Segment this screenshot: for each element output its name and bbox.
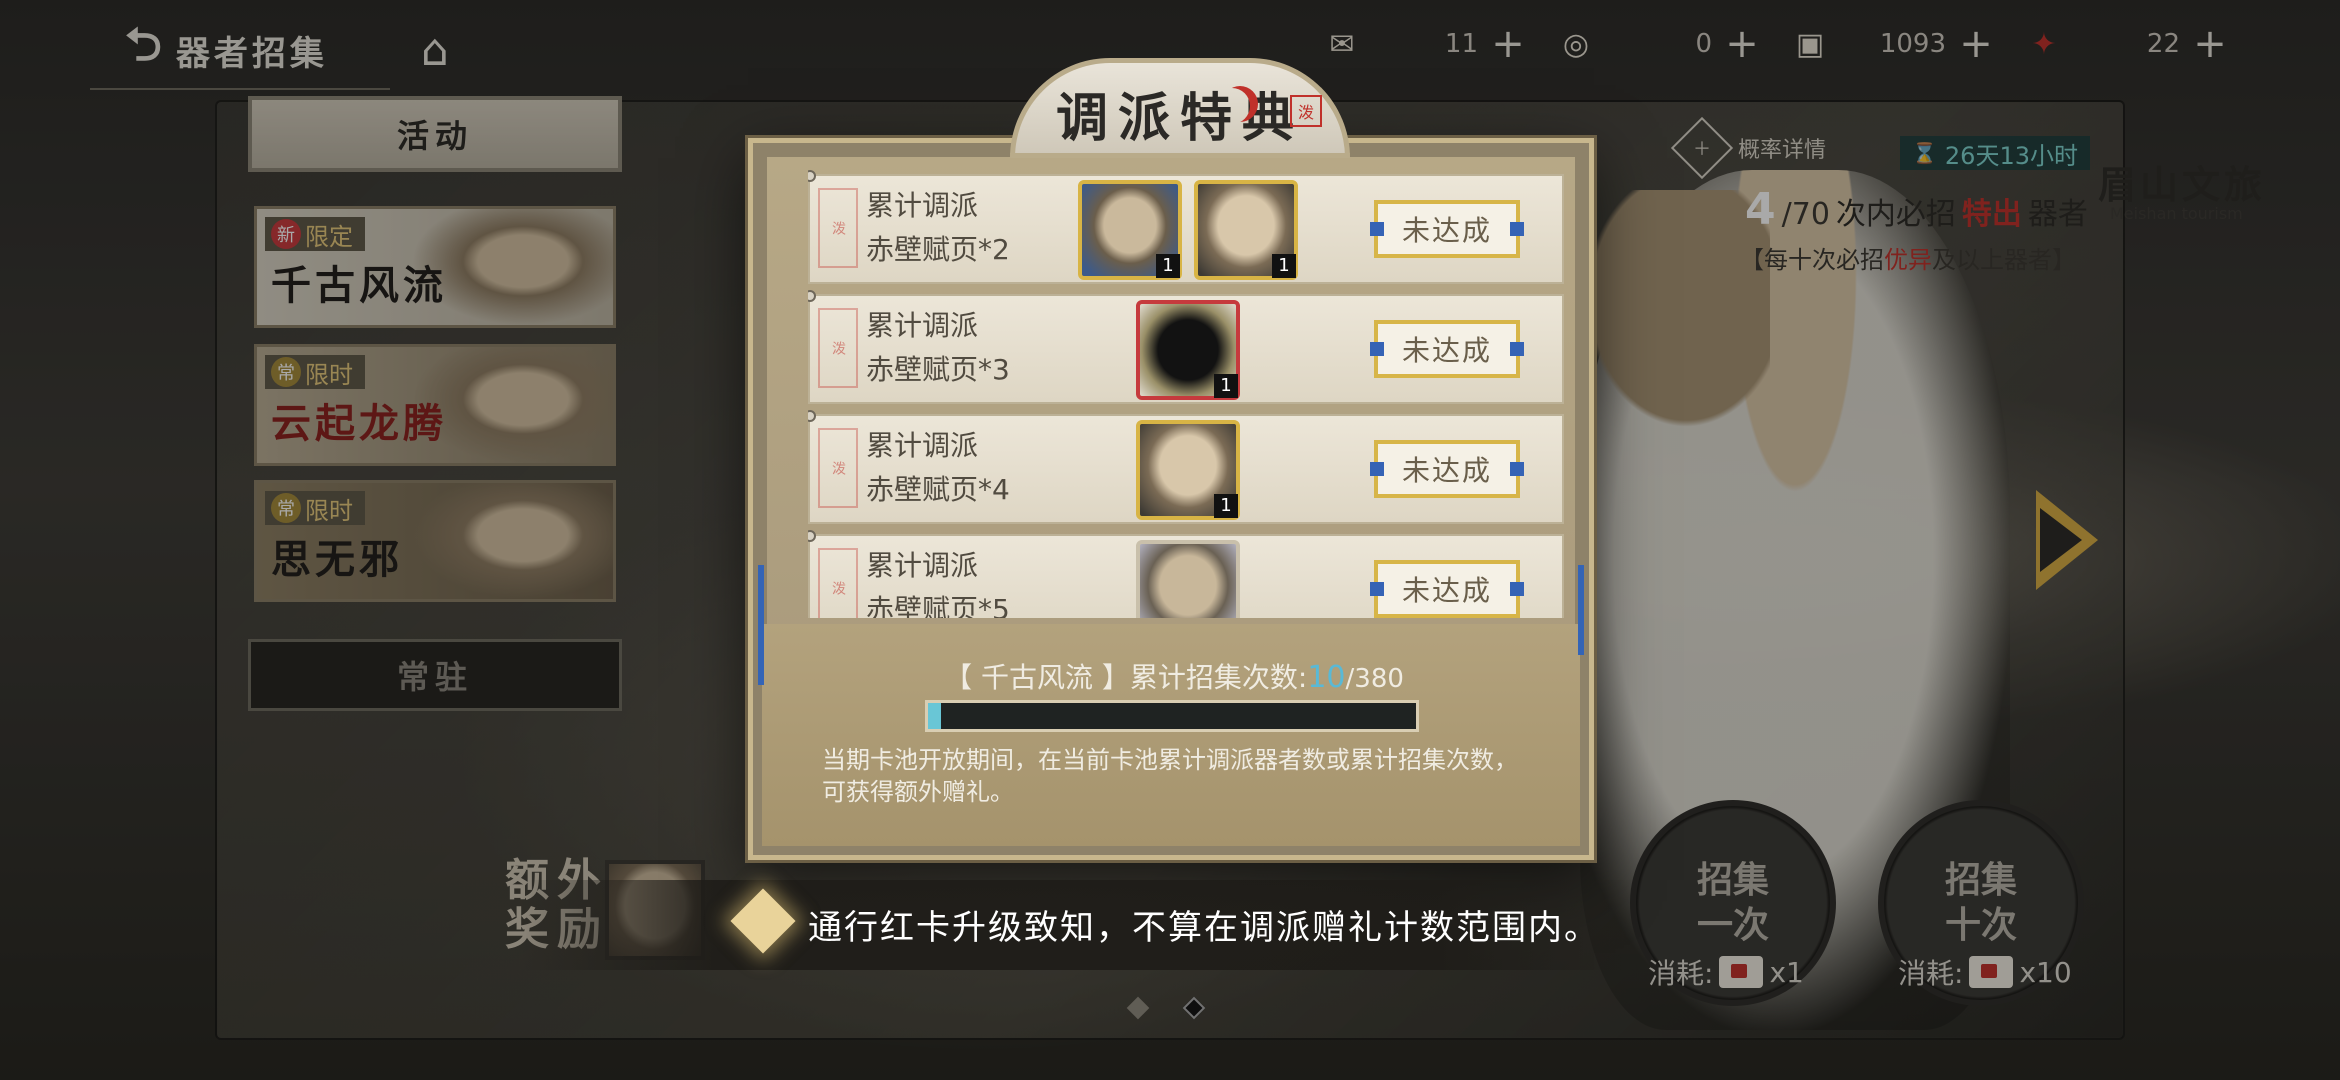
progress-total: /380 [1345, 664, 1404, 694]
reward-condition: 累计调派 赤壁赋页*3 [866, 304, 1010, 392]
reward-items [1136, 540, 1240, 618]
reward-item[interactable]: 1 [1078, 180, 1182, 280]
status-not-achieved-button[interactable]: 未达成 [1370, 320, 1524, 378]
pin-icon [808, 530, 816, 542]
status-not-achieved-button[interactable]: 未达成 [1370, 440, 1524, 498]
status-not-achieved-button[interactable]: 未达成 [1370, 560, 1524, 618]
condition-line1: 累计调派 [866, 429, 979, 462]
stamp-icon: 泼 [818, 188, 858, 268]
stamp-icon: 泼 [818, 548, 858, 618]
condition-line2: 赤壁赋页*4 [866, 473, 1010, 506]
progress-current: 10 [1307, 660, 1346, 695]
modal-title: 调派特典 [1055, 87, 1304, 149]
progress-label: 【 千古风流 】累计招集次数:10/380 [924, 656, 1424, 696]
progress-bar [925, 700, 1419, 732]
scrollbar[interactable] [1578, 565, 1584, 655]
modal-description: 当期卡池开放期间，在当前卡池累计调派器者数或累计招集次数，可获得额外赠礼。 [822, 746, 1518, 806]
reward-row: 泼 累计调派 赤壁赋页*3 1 未达成 [808, 290, 1564, 404]
toast-message: 通行红卡升级致知，不算在调派赠礼计数范围内。 [808, 908, 1600, 948]
item-count: 1 [1214, 494, 1238, 518]
pin-icon [808, 170, 816, 182]
reward-item[interactable]: 1 [1136, 300, 1240, 400]
title-seal: 泼 [1290, 95, 1322, 127]
condition-line2: 赤壁赋页*2 [866, 233, 1010, 266]
reward-row: 泼 累计调派 赤壁赋页*4 1 未达成 [808, 410, 1564, 524]
item-count: 1 [1156, 254, 1180, 278]
status-not-achieved-button[interactable]: 未达成 [1370, 200, 1524, 258]
condition-line1: 累计调派 [866, 309, 979, 342]
condition-line1: 累计调派 [866, 549, 979, 582]
pin-icon [808, 410, 816, 422]
reward-condition: 累计调派 赤壁赋页*4 [866, 424, 1010, 512]
reward-condition: 累计调派 赤壁赋页*5 [866, 544, 1010, 618]
reward-items: 1 [1136, 420, 1240, 520]
condition-line2: 赤壁赋页*5 [866, 593, 1010, 618]
reward-items: 1 1 [1078, 180, 1298, 280]
reward-item[interactable] [1136, 540, 1240, 618]
reward-row: 泼 累计调派 赤壁赋页*2 1 1 未达成 [808, 170, 1564, 284]
stamp-icon: 泼 [818, 308, 858, 388]
reward-item[interactable]: 1 [1136, 420, 1240, 520]
progress-prefix: 【 千古风流 】累计招集次数: [944, 661, 1308, 694]
scrollbar-left-accent [758, 565, 764, 685]
pin-icon [808, 290, 816, 302]
reward-condition: 累计调派 赤壁赋页*2 [866, 184, 1010, 272]
reward-item[interactable]: 1 [1194, 180, 1298, 280]
reward-list[interactable]: 泼 累计调派 赤壁赋页*2 1 1 未达成 泼 累计调派 赤壁赋页*3 1 未达… [808, 170, 1564, 618]
condition-line2: 赤壁赋页*3 [866, 353, 1010, 386]
reward-row: 泼 累计调派 赤壁赋页*5 未达成 [808, 530, 1564, 618]
moon-emblem-icon [1222, 86, 1258, 122]
progress-fill [928, 703, 941, 729]
item-count: 1 [1272, 254, 1296, 278]
stamp-icon: 泼 [818, 428, 858, 508]
reward-items: 1 [1136, 300, 1240, 400]
item-count: 1 [1214, 374, 1238, 398]
condition-line1: 累计调派 [866, 189, 979, 222]
